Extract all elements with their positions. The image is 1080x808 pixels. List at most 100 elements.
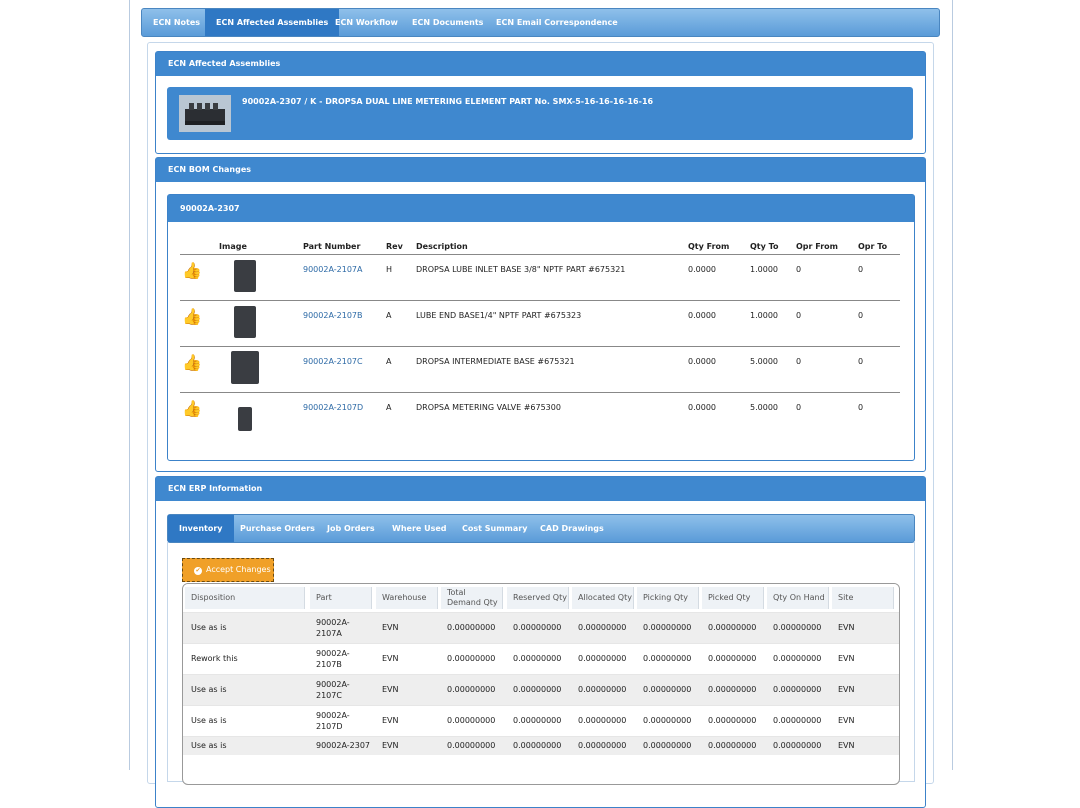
affected-assemblies-panel: ECN Affected Assemblies 90002A-2307 / K … — [155, 51, 926, 154]
col-allocated-qty[interactable]: Allocated Qty — [572, 587, 634, 609]
table-row[interactable]: Use as is 90002A-2107A EVN 0.00000000 0.… — [183, 612, 899, 643]
allocated-qty: 0.00000000 — [578, 716, 627, 725]
qty-on-hand: 0.00000000 — [773, 741, 822, 750]
part-image — [238, 407, 252, 431]
thumbs-up-icon[interactable]: 👍 — [182, 307, 202, 326]
picking-qty: 0.00000000 — [643, 716, 692, 725]
total-demand-qty: 0.00000000 — [447, 654, 496, 663]
col-qty-from: Qty From — [688, 242, 730, 251]
erp-information-title: ECN ERP Information — [156, 477, 925, 501]
site: EVN — [838, 741, 855, 750]
tab-cad-drawings[interactable]: CAD Drawings — [529, 515, 615, 542]
picked-qty: 0.00000000 — [708, 716, 757, 725]
part: 90002A-2107B — [316, 649, 350, 669]
site: EVN — [838, 654, 855, 663]
disposition: Use as is — [191, 716, 227, 725]
inventory-header-row: Disposition Part Warehouse Total Demand … — [183, 584, 899, 612]
picked-qty: 0.00000000 — [708, 654, 757, 663]
part-number-link[interactable]: 90002A-2107C — [303, 357, 363, 366]
col-warehouse[interactable]: Warehouse — [376, 587, 438, 609]
picked-qty: 0.00000000 — [708, 741, 757, 750]
bom-assembly-section: 90002A-2307 Image Part Number Rev Descri… — [167, 194, 915, 461]
site: EVN — [838, 623, 855, 632]
table-row[interactable]: Use as is 90002A-2107C EVN 0.00000000 0.… — [183, 674, 899, 705]
tab-inventory[interactable]: Inventory — [168, 515, 234, 542]
warehouse: EVN — [382, 654, 399, 663]
thumbs-up-icon[interactable]: 👍 — [182, 261, 202, 280]
col-qty-on-hand[interactable]: Qty On Hand — [767, 587, 829, 609]
part-image — [234, 260, 256, 292]
bom-table: Image Part Number Rev Description Qty Fr… — [180, 237, 900, 438]
bom-assembly-title: 90002A-2307 — [168, 195, 914, 222]
qty-on-hand: 0.00000000 — [773, 716, 822, 725]
disposition: Use as is — [191, 623, 227, 632]
tab-cost-summary[interactable]: Cost Summary — [451, 515, 538, 542]
rev: H — [386, 265, 393, 274]
thumbs-up-icon[interactable]: 👍 — [182, 399, 202, 418]
table-row[interactable]: Rework this 90002A-2107B EVN 0.00000000 … — [183, 643, 899, 674]
opr-to: 0 — [858, 265, 864, 274]
col-disposition[interactable]: Disposition — [185, 587, 305, 609]
bom-row: 👍 90002A-2107A H DROPSA LUBE INLET BASE … — [180, 255, 900, 301]
table-row[interactable]: Use as is 90002A-2107D EVN 0.00000000 0.… — [183, 705, 899, 736]
col-reserved-qty[interactable]: Reserved Qty — [507, 587, 569, 609]
tab-where-used[interactable]: Where Used — [381, 515, 458, 542]
total-demand-qty: 0.00000000 — [447, 716, 496, 725]
tab-ecn-workflow[interactable]: ECN Workflow — [324, 9, 409, 36]
col-part[interactable]: Part — [310, 587, 372, 609]
assembly-description: 90002A-2307 / K - DROPSA DUAL LINE METER… — [242, 97, 654, 106]
col-picking-qty[interactable]: Picking Qty — [637, 587, 699, 609]
reserved-qty: 0.00000000 — [513, 685, 562, 694]
qty-to: 5.0000 — [750, 403, 778, 412]
part-number-link[interactable]: 90002A-2107A — [303, 265, 362, 274]
total-demand-qty: 0.00000000 — [447, 741, 496, 750]
qty-from: 0.0000 — [688, 403, 716, 412]
warehouse: EVN — [382, 623, 399, 632]
qty-from: 0.0000 — [688, 357, 716, 366]
tab-job-orders[interactable]: Job Orders — [316, 515, 386, 542]
accept-changes-button[interactable]: ✔ Accept Changes — [182, 558, 274, 582]
reserved-qty: 0.00000000 — [513, 654, 562, 663]
total-demand-qty: 0.00000000 — [447, 623, 496, 632]
qty-on-hand: 0.00000000 — [773, 685, 822, 694]
qty-from: 0.0000 — [688, 311, 716, 320]
qty-to: 1.0000 — [750, 265, 778, 274]
col-total-demand-qty[interactable]: Total Demand Qty — [441, 587, 503, 609]
reserved-qty: 0.00000000 — [513, 716, 562, 725]
tab-ecn-notes[interactable]: ECN Notes — [142, 9, 211, 36]
opr-from: 0 — [796, 357, 802, 366]
bom-changes-title: ECN BOM Changes — [156, 158, 925, 182]
allocated-qty: 0.00000000 — [578, 741, 627, 750]
picked-qty: 0.00000000 — [708, 685, 757, 694]
site: EVN — [838, 716, 855, 725]
col-rev: Rev — [386, 242, 403, 251]
content-container: ECN Affected Assemblies 90002A-2307 / K … — [147, 42, 934, 808]
tab-purchase-orders[interactable]: Purchase Orders — [229, 515, 326, 542]
col-opr-from: Opr From — [796, 242, 838, 251]
description: DROPSA METERING VALVE #675300 — [416, 403, 561, 412]
inventory-grid: Disposition Part Warehouse Total Demand … — [182, 583, 900, 785]
disposition: Use as is — [191, 741, 227, 750]
bom-changes-panel: ECN BOM Changes 90002A-2307 Image Part N… — [155, 157, 926, 472]
col-site[interactable]: Site — [832, 587, 894, 609]
picked-qty: 0.00000000 — [708, 623, 757, 632]
col-description: Description — [416, 242, 468, 251]
col-picked-qty[interactable]: Picked Qty — [702, 587, 764, 609]
part-number-link[interactable]: 90002A-2107D — [303, 403, 363, 412]
part-number-link[interactable]: 90002A-2107B — [303, 311, 362, 320]
qty-from: 0.0000 — [688, 265, 716, 274]
assembly-item[interactable]: 90002A-2307 / K - DROPSA DUAL LINE METER… — [167, 87, 913, 140]
tab-ecn-affected-assemblies[interactable]: ECN Affected Assemblies — [205, 9, 340, 36]
table-row[interactable]: Use as is 90002A-2307 EVN 0.00000000 0.0… — [183, 736, 899, 755]
assembly-image — [179, 95, 231, 132]
qty-to: 1.0000 — [750, 311, 778, 320]
bom-header-row: Image Part Number Rev Description Qty Fr… — [180, 237, 900, 255]
col-image: Image — [219, 242, 247, 251]
site: EVN — [838, 685, 855, 694]
description: DROPSA LUBE INLET BASE 3/8" NPTF PART #6… — [416, 265, 626, 274]
thumbs-up-icon[interactable]: 👍 — [182, 353, 202, 372]
bom-row: 👍 90002A-2107C A DROPSA INTERMEDIATE BAS… — [180, 347, 900, 393]
description: LUBE END BASE1/4" NPTF PART #675323 — [416, 311, 582, 320]
tab-ecn-email-correspondence[interactable]: ECN Email Correspondence — [485, 9, 629, 36]
tab-ecn-documents[interactable]: ECN Documents — [401, 9, 494, 36]
